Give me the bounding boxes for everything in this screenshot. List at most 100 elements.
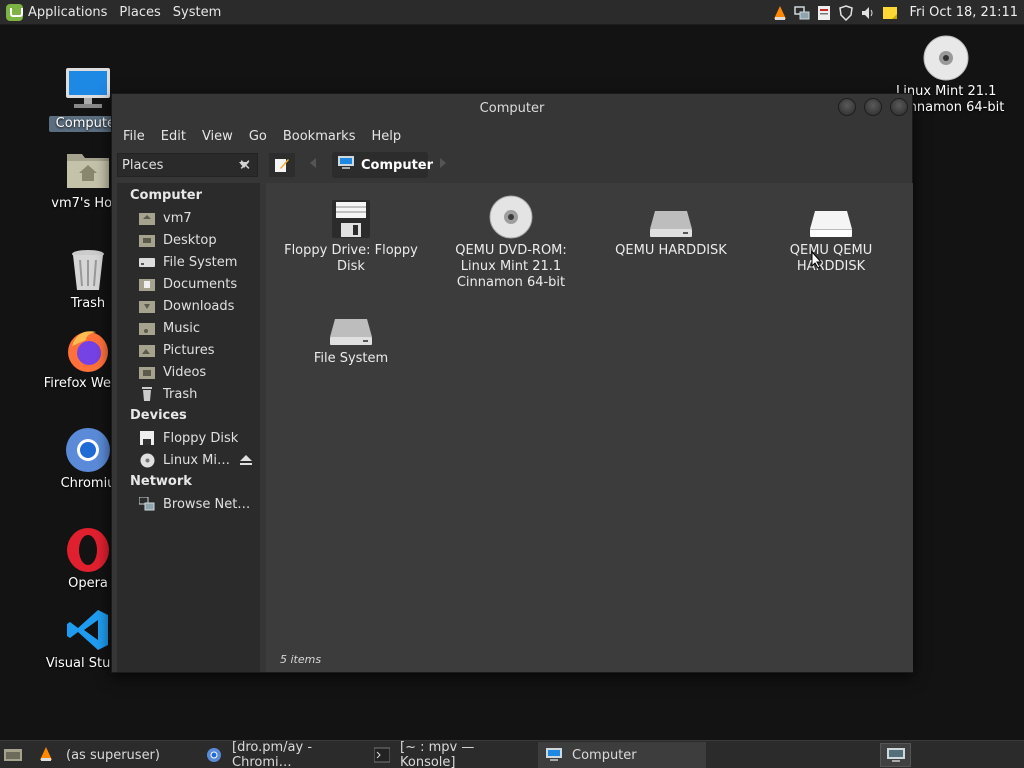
minimize-button[interactable] [838, 98, 856, 116]
menu-bookmarks[interactable]: Bookmarks [275, 129, 364, 144]
sidebar-item-browse-network[interactable]: Browse Net… [117, 493, 260, 515]
sidebar-item-pictures[interactable]: Pictures [117, 339, 260, 361]
desktop-folder-icon [139, 232, 155, 248]
volume-icon[interactable] [860, 5, 876, 21]
window-titlebar[interactable]: Computer [112, 94, 912, 122]
path-back-arrow[interactable] [310, 158, 316, 168]
file-view[interactable]: Floppy Drive: Floppy Disk QEMU DVD-ROM: … [266, 183, 913, 672]
system-menu[interactable]: System [167, 0, 227, 25]
trash-icon [139, 386, 155, 402]
file-item-harddisk[interactable]: QEMU HARDDISK [593, 195, 749, 259]
taskbar-item-chromium[interactable]: [dro.pm/ay - Chromi… [198, 740, 370, 768]
sticky-note-icon[interactable] [882, 5, 898, 21]
menu-edit[interactable]: Edit [153, 129, 194, 144]
sidebar-item-label: Browse Net… [163, 496, 251, 512]
sidebar-item-label: vm7 [163, 210, 192, 226]
menu-help[interactable]: Help [363, 129, 409, 144]
places-menu[interactable]: Places [113, 0, 166, 25]
vscode-icon [64, 606, 112, 654]
chromium-icon [64, 426, 112, 474]
task-label: Computer [572, 747, 637, 763]
sidebar-item-label: Pictures [163, 342, 215, 358]
sidebar-item-trash[interactable]: Trash [117, 383, 260, 405]
applications-menu[interactable]: Applications [0, 0, 113, 25]
notes-icon[interactable] [816, 5, 832, 21]
network-icon [139, 496, 155, 512]
file-item-label: Floppy Drive: Floppy [284, 243, 418, 258]
file-item-dvd[interactable]: QEMU DVD-ROM: Linux Mint 21.1 Cinnamon 6… [433, 195, 589, 291]
workspace-switcher[interactable] [880, 743, 911, 767]
sidebar-header-network: Network [130, 474, 192, 489]
sidebar-item-label: Floppy Disk [163, 430, 239, 446]
sidebar-item-linux-mint-disc[interactable]: Linux Mi… [117, 449, 260, 471]
removable-disk-icon [807, 195, 855, 239]
sidebar-item-label: Downloads [163, 298, 235, 314]
sidebar-header-devices: Devices [130, 408, 187, 423]
file-manager-window: Computer File Edit View Go Bookmarks Hel… [111, 93, 913, 673]
path-forward-arrow[interactable] [440, 158, 446, 168]
toggle-location-button[interactable] [269, 153, 295, 177]
close-sidebar-button[interactable]: ✕ [234, 153, 256, 177]
computer-icon [546, 747, 562, 763]
computer-icon [338, 156, 354, 174]
file-item-label: Cinnamon 64-bit [456, 275, 566, 290]
file-item-label: HARDDISK [796, 259, 866, 274]
sidebar-item-videos[interactable]: Videos [117, 361, 260, 383]
sidebar-item-label: File System [163, 254, 238, 270]
sidebar-item-documents[interactable]: Documents [117, 273, 260, 295]
file-item-label: File System [313, 351, 389, 366]
drive-icon [139, 254, 155, 270]
file-item-file-system[interactable]: File System [273, 303, 429, 367]
menu-go[interactable]: Go [241, 129, 275, 144]
sidebar-item-music[interactable]: Music [117, 317, 260, 339]
sidebar-item-floppy-disk[interactable]: Floppy Disk [117, 427, 260, 449]
shield-icon[interactable] [838, 4, 854, 21]
sidebar-header-computer: Computer [130, 188, 203, 203]
file-item-label: QEMU HARDDISK [615, 243, 727, 258]
sidebar-item-label: Trash [163, 386, 198, 402]
taskbar-item-computer[interactable]: Computer [538, 742, 706, 768]
close-button[interactable] [890, 98, 908, 116]
floppy-icon [327, 195, 375, 239]
path-bar-computer[interactable]: Computer [332, 152, 433, 178]
trash-icon [64, 246, 112, 294]
toolbar: Places ✕ Computer [112, 150, 912, 182]
maximize-button[interactable] [864, 98, 882, 116]
disc-icon [139, 452, 155, 468]
file-item-qemu-harddisk[interactable]: QEMU QEMU HARDDISK [753, 195, 909, 275]
home-folder-icon [64, 146, 112, 194]
file-item-label: QEMU DVD-ROM: [455, 243, 567, 258]
clock[interactable]: Fri Oct 18, 21:11 [909, 5, 1018, 20]
home-folder-icon [139, 210, 155, 226]
file-item-floppy[interactable]: Floppy Drive: Floppy Disk [273, 195, 429, 275]
harddisk-icon [647, 195, 695, 239]
menu-file[interactable]: File [115, 129, 153, 144]
downloads-folder-icon [139, 298, 155, 314]
task-label: [~ : mpv — Konsole] [400, 740, 475, 768]
file-item-label: Linux Mint 21.1 [460, 259, 562, 274]
vlc-icon[interactable] [772, 5, 788, 21]
sidebar-item-downloads[interactable]: Downloads [117, 295, 260, 317]
file-item-label: Disk [337, 259, 365, 274]
monitor-icon [64, 66, 112, 114]
eject-icon[interactable] [240, 455, 252, 466]
show-desktop-icon[interactable] [4, 746, 22, 766]
sidebar-item-file-system[interactable]: File System [117, 251, 260, 273]
taskbar-item-konsole[interactable]: [~ : mpv — Konsole] [366, 740, 536, 768]
floppy-icon [139, 430, 155, 446]
sidebar-item-label: Videos [163, 364, 207, 380]
network-icon[interactable] [794, 5, 810, 21]
menu-view[interactable]: View [194, 129, 241, 144]
taskbar-item-superuser[interactable]: (as superuser) [58, 742, 198, 768]
videos-folder-icon [139, 364, 155, 380]
path-bar-label: Computer [361, 157, 434, 173]
sidebar-item-desktop[interactable]: Desktop [117, 229, 260, 251]
sidebar-item-label: Documents [163, 276, 238, 292]
sidebar-item-label: Music [163, 320, 200, 336]
applications-menu-label: Applications [28, 4, 108, 20]
vlc-launcher-icon[interactable] [38, 746, 54, 766]
pencil-icon [275, 159, 289, 172]
task-label: [dro.pm/ay - Chromi… [232, 740, 313, 768]
sidebar-item-vm7[interactable]: vm7 [117, 207, 260, 229]
disc-icon [922, 34, 970, 82]
